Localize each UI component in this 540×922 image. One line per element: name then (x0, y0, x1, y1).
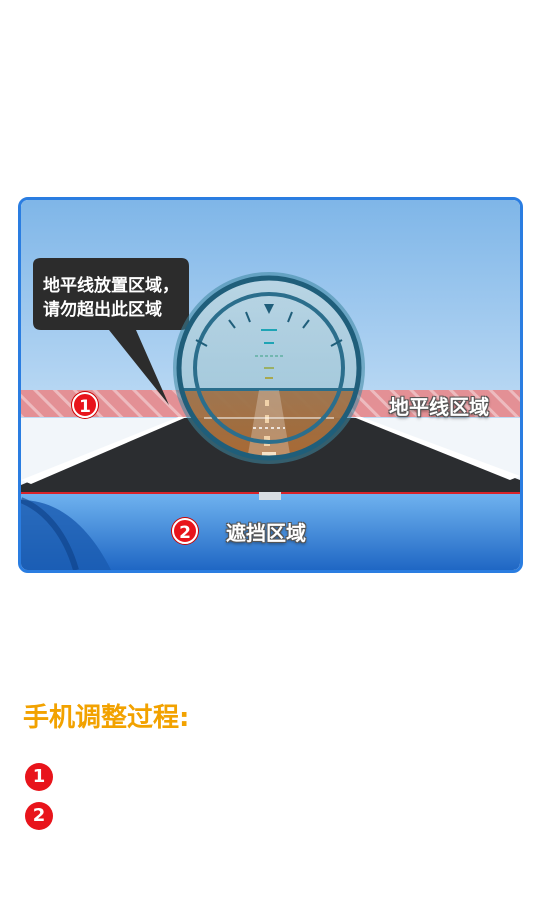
step-1-badge: 1 (25, 763, 53, 791)
step-item-1: 1 (25, 763, 63, 791)
section-title: 手机调整过程: (23, 703, 190, 733)
scene-graphic (21, 200, 520, 570)
step-2-badge: 2 (25, 802, 53, 830)
horizon-zone-label: 地平线区域 (389, 395, 489, 419)
callout-text: 地平线放置区域， 请勿超出此区域 (43, 274, 179, 322)
hud-placement-illustration: 地平线放置区域， 请勿超出此区域 1 地平线区域 2 遮挡区域 (18, 197, 523, 573)
callout-text-line1: 地平线放置区域， (43, 276, 179, 296)
step-item-2: 2 (25, 802, 63, 830)
callout-text-line2: 请勿超出此区域 (43, 300, 162, 320)
blocked-zone-label: 遮挡区域 (226, 521, 306, 545)
horizon-zone-badge: 1 (72, 392, 98, 418)
blocked-zone-badge: 2 (172, 518, 198, 544)
